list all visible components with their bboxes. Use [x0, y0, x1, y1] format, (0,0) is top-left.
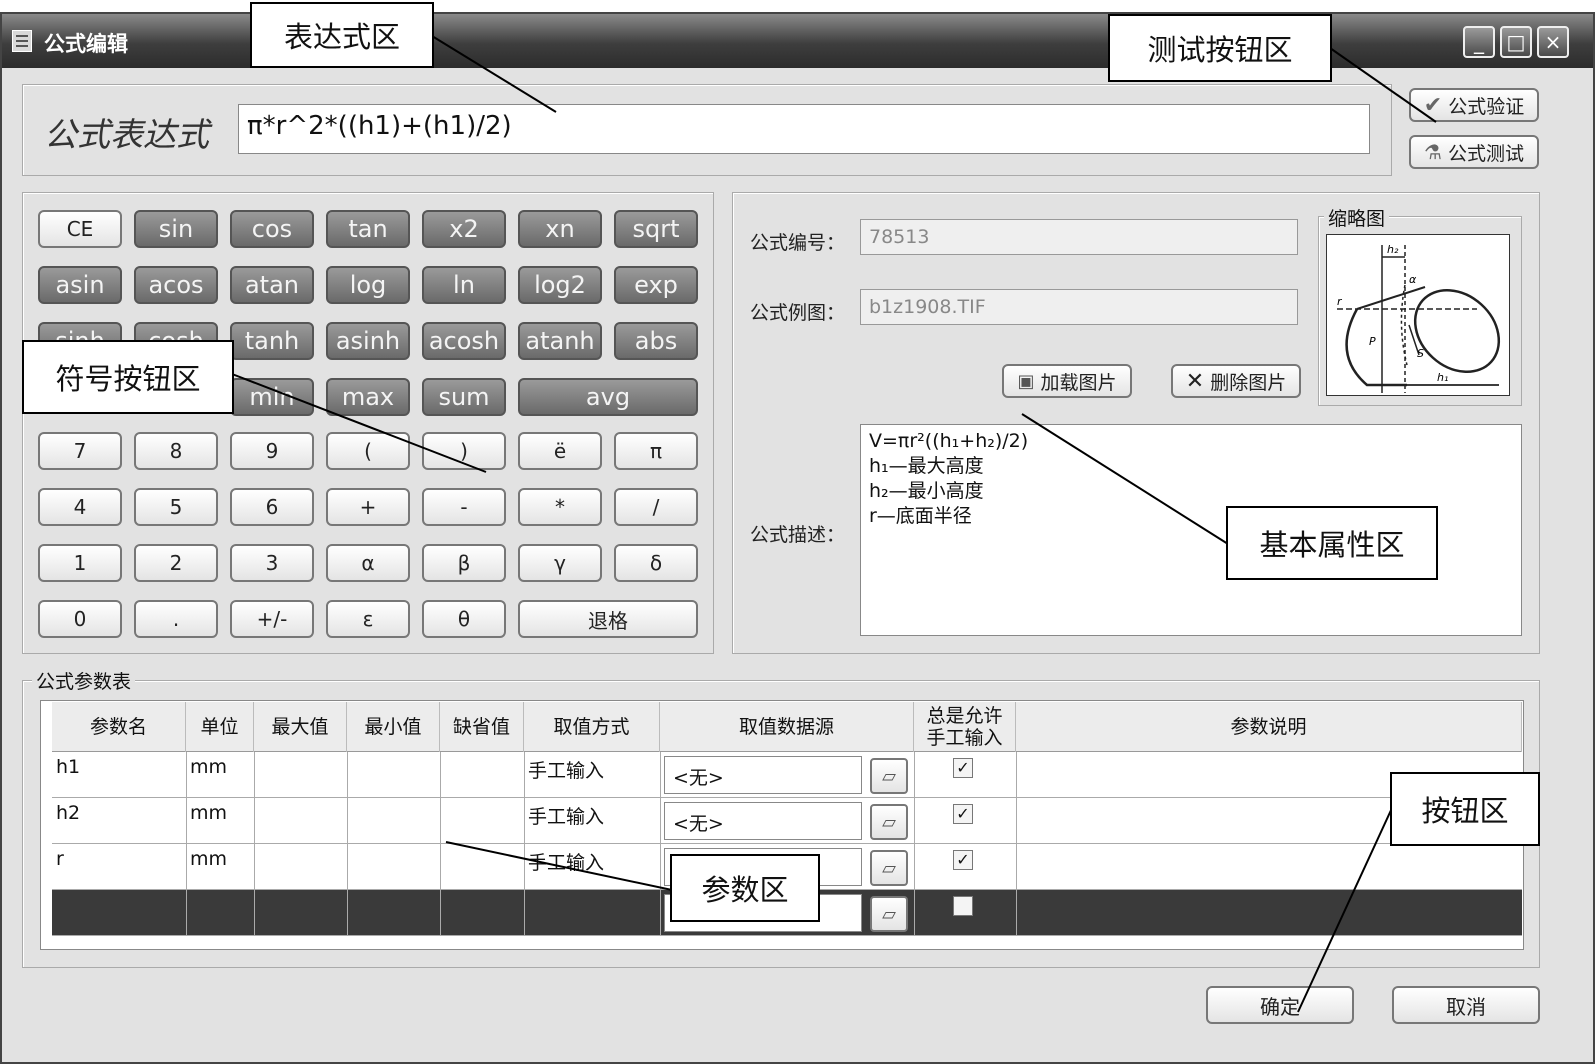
- callout-expression-area: 表达式区: [250, 2, 434, 68]
- callout-parameter-area: 参数区: [670, 854, 820, 922]
- callout-symbol-button-area: 符号按钮区: [22, 340, 234, 414]
- callout-properties-area: 基本属性区: [1226, 506, 1438, 580]
- callout-button-area: 按钮区: [1390, 772, 1540, 846]
- callout-test-button-area: 测试按钮区: [1108, 14, 1332, 82]
